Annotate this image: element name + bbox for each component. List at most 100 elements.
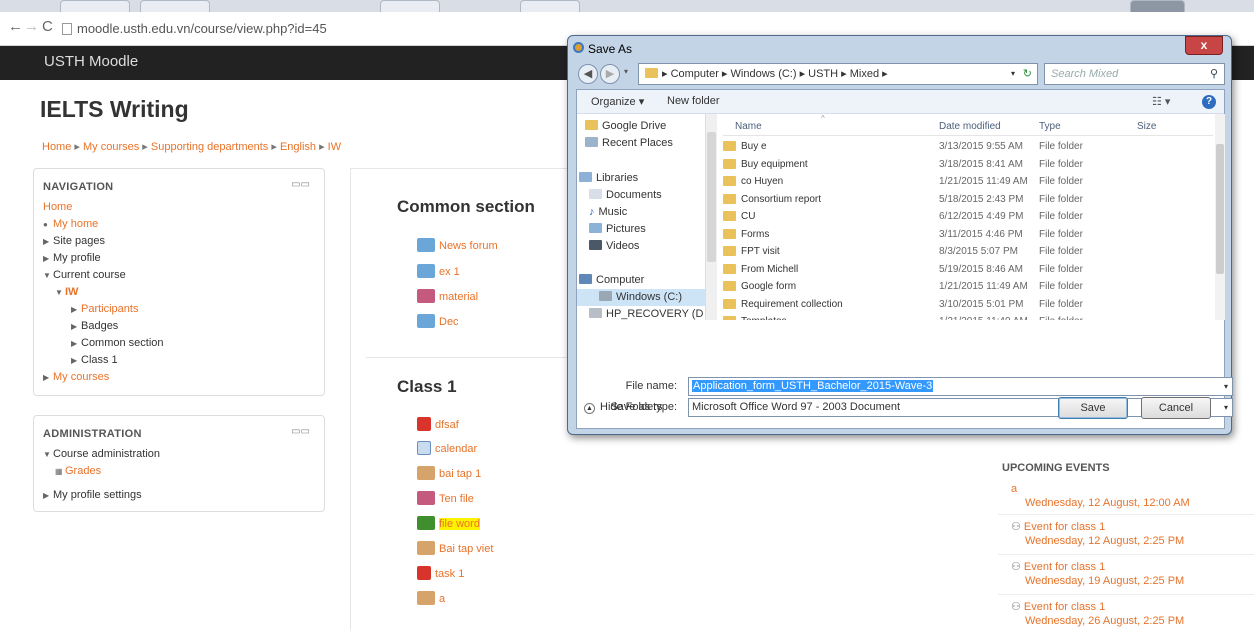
nav-pictures[interactable]: Pictures bbox=[589, 221, 646, 238]
breadcrumb-iw[interactable]: IW bbox=[328, 141, 341, 153]
browser-tab[interactable] bbox=[520, 0, 580, 12]
breadcrumb-departments[interactable]: Supporting departments bbox=[151, 141, 268, 153]
pictures-icon bbox=[589, 223, 602, 233]
event-item[interactable]: a Wednesday, 12 August, 12:00 AM bbox=[1011, 482, 1190, 510]
forum-icon bbox=[417, 314, 435, 328]
cancel-button[interactable]: Cancel bbox=[1141, 397, 1211, 419]
nav-participants[interactable]: Participants bbox=[81, 303, 138, 315]
file-row[interactable]: From Michell 5/19/2015 8:46 AM File folder bbox=[723, 261, 1213, 278]
nav-home[interactable]: Home bbox=[43, 201, 72, 213]
back-icon[interactable]: ← bbox=[8, 18, 23, 36]
file-row[interactable]: Requirement collection 3/10/2015 5:01 PM F… bbox=[723, 296, 1213, 313]
nav-hp-recovery[interactable]: HP_RECOVERY (D bbox=[589, 306, 703, 320]
file-row[interactable]: Consortium report 5/18/2015 2:43 PM File f… bbox=[723, 191, 1213, 208]
browser-tab[interactable] bbox=[1130, 0, 1185, 12]
activity-bai-tap-viet[interactable]: Bai tap viet bbox=[417, 540, 493, 558]
nav-my-home[interactable]: My home bbox=[53, 218, 98, 230]
nav-my-profile[interactable]: My profile bbox=[53, 252, 101, 264]
nav-pane-scrollbar[interactable] bbox=[705, 114, 717, 320]
history-dropdown-icon[interactable]: ▾ bbox=[624, 67, 628, 76]
back-icon[interactable]: ◀ bbox=[578, 64, 598, 84]
nav-videos[interactable]: Videos bbox=[589, 238, 639, 255]
event-name[interactable]: a bbox=[1011, 483, 1017, 495]
browser-tab[interactable] bbox=[380, 0, 440, 12]
nav-recent-places[interactable]: Recent Places bbox=[585, 135, 673, 152]
event-item[interactable]: ⚇ Event for class 1 Wednesday, 26 August,… bbox=[998, 594, 1254, 628]
close-button[interactable]: x bbox=[1185, 36, 1223, 55]
nav-common-section[interactable]: Common section bbox=[81, 337, 164, 349]
nav-site-pages[interactable]: Site pages bbox=[53, 235, 105, 247]
block-controls-icon[interactable]: ▭▭ bbox=[291, 426, 310, 437]
help-icon[interactable]: ? bbox=[1202, 95, 1216, 109]
nav-current-course[interactable]: Current course bbox=[53, 269, 126, 281]
file-row[interactable]: Forms 3/11/2015 4:46 PM File folder bbox=[723, 226, 1213, 243]
dropdown-arrow-icon[interactable]: ▾ bbox=[1224, 399, 1228, 416]
activity-bai-tap-1[interactable]: bai tap 1 bbox=[417, 465, 481, 483]
admin-profile-settings[interactable]: My profile settings bbox=[53, 489, 142, 501]
activity-news-forum[interactable]: News forum bbox=[417, 237, 498, 255]
file-list-scrollbar[interactable] bbox=[1215, 114, 1225, 320]
nav-documents[interactable]: Documents bbox=[589, 187, 662, 204]
file-row[interactable]: Buy e 3/13/2015 9:55 AM File folder bbox=[723, 138, 1213, 155]
refresh-icon[interactable]: ↻ bbox=[1023, 64, 1032, 84]
nav-my-courses[interactable]: My courses bbox=[53, 371, 109, 383]
browser-tab[interactable] bbox=[140, 0, 210, 12]
file-row[interactable]: Google form 1/21/2015 11:49 AM File folder bbox=[723, 278, 1213, 295]
new-folder-button[interactable]: New folder bbox=[667, 95, 720, 107]
activity-dfsaf[interactable]: dfsaf bbox=[417, 416, 459, 434]
file-name: Consortium report bbox=[741, 193, 822, 205]
reload-icon[interactable]: C bbox=[42, 18, 53, 36]
nav-music[interactable]: ♪ Music bbox=[589, 204, 627, 221]
forward-icon[interactable]: ▶ bbox=[600, 64, 620, 84]
event-item[interactable]: ⚇ Event for class 1 Wednesday, 12 August,… bbox=[998, 514, 1254, 548]
filename-input[interactable]: Application_form_USTH_Bachelor_2015-Wave… bbox=[688, 377, 1233, 396]
site-brand[interactable]: USTH Moodle bbox=[44, 53, 138, 70]
event-name[interactable]: Event for class 1 bbox=[1024, 561, 1105, 573]
admin-grades[interactable]: Grades bbox=[65, 465, 101, 477]
breadcrumb-home[interactable]: Home bbox=[42, 141, 71, 153]
activity-label: Bai tap viet bbox=[439, 543, 494, 555]
view-options-icon[interactable]: ☷ ▾ bbox=[1152, 95, 1170, 108]
activity-ten-file[interactable]: Ten file bbox=[417, 490, 474, 508]
breadcrumb-my-courses[interactable]: My courses bbox=[83, 141, 139, 153]
activity-ex-1[interactable]: ex 1 bbox=[417, 263, 460, 281]
nav-windows-c[interactable]: Windows (C:) bbox=[577, 289, 705, 306]
event-name[interactable]: Event for class 1 bbox=[1024, 601, 1105, 613]
column-type[interactable]: Type bbox=[1039, 121, 1061, 132]
organize-button[interactable]: Organize ▾ bbox=[591, 95, 644, 108]
activity-calendar[interactable]: calendar bbox=[417, 440, 477, 458]
activity-file-word[interactable]: file word bbox=[417, 515, 480, 533]
search-input[interactable]: Search Mixed ⚲ bbox=[1044, 63, 1225, 85]
file-row[interactable]: Buy equipment 3/18/2015 8:41 AM File folde… bbox=[723, 156, 1213, 173]
path-input[interactable]: ▸ Computer ▸ Windows (C:) ▸ USTH ▸ Mixed… bbox=[638, 63, 1038, 85]
path-dropdown-icon[interactable]: ▾ bbox=[1011, 64, 1015, 84]
activity-dec[interactable]: Dec bbox=[417, 313, 459, 331]
event-item[interactable]: ⚇ Event for class 1 Wednesday, 19 August,… bbox=[998, 554, 1254, 588]
nav-libraries[interactable]: Libraries bbox=[579, 170, 638, 187]
file-row[interactable]: FPT visit 8/3/2015 5:07 PM File folder bbox=[723, 243, 1213, 260]
column-name[interactable]: Name bbox=[735, 121, 762, 132]
nav-google-drive[interactable]: Google Drive bbox=[585, 118, 666, 135]
dropdown-arrow-icon[interactable]: ▾ bbox=[1224, 378, 1228, 395]
nav-badges[interactable]: Badges bbox=[81, 320, 118, 332]
file-row[interactable]: CU 6/12/2015 4:49 PM File folder bbox=[723, 208, 1213, 225]
activity-material[interactable]: material bbox=[417, 288, 478, 306]
block-controls-icon[interactable]: ▭▭ bbox=[291, 179, 310, 190]
save-button[interactable]: Save bbox=[1058, 397, 1128, 419]
nav-course-iw[interactable]: IW bbox=[65, 286, 78, 298]
nav-class-1[interactable]: Class 1 bbox=[81, 354, 118, 366]
breadcrumb-english[interactable]: English bbox=[280, 141, 316, 153]
file-row[interactable]: Templates 1/21/2015 11:49 AM File folder bbox=[723, 313, 1213, 320]
file-row[interactable]: co Huyen 1/21/2015 11:49 AM File folder bbox=[723, 173, 1213, 190]
column-date[interactable]: Date modified bbox=[939, 121, 1001, 132]
url-input[interactable]: moodle.usth.edu.vn/course/view.php?id=45 bbox=[62, 18, 582, 40]
hide-folders-button[interactable]: ▲ Hide Folders bbox=[584, 401, 662, 414]
event-name[interactable]: Event for class 1 bbox=[1024, 521, 1105, 533]
browser-tab[interactable] bbox=[60, 0, 130, 12]
forward-icon[interactable]: → bbox=[24, 18, 39, 36]
activity-a[interactable]: a bbox=[417, 590, 445, 608]
admin-course-administration[interactable]: Course administration bbox=[53, 448, 160, 460]
nav-computer[interactable]: Computer bbox=[579, 272, 644, 289]
column-size[interactable]: Size bbox=[1137, 121, 1156, 132]
activity-task-1[interactable]: task 1 bbox=[417, 565, 464, 583]
